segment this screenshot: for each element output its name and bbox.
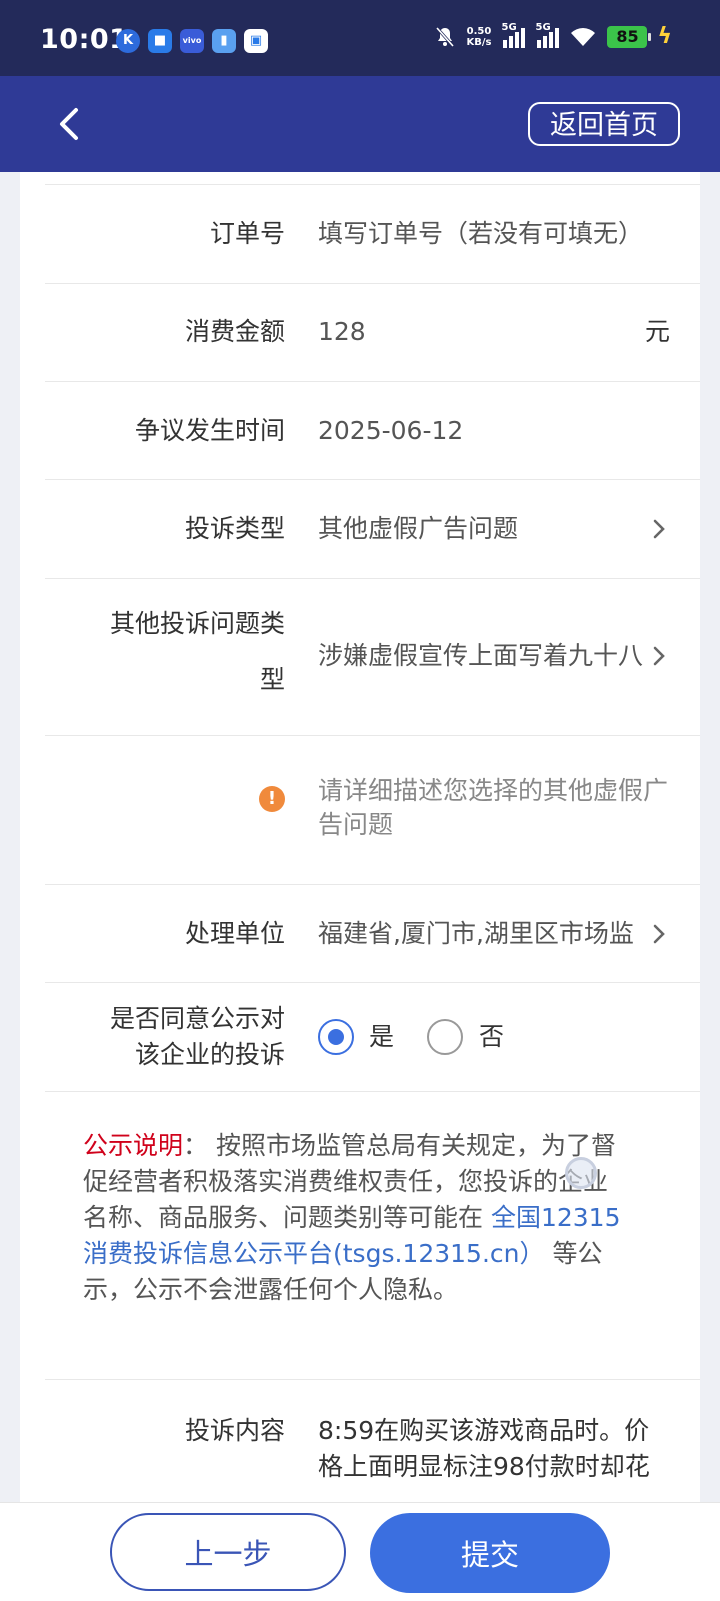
- order-number-input[interactable]: 填写订单号（若没有可填无）: [318, 217, 678, 251]
- amount-input[interactable]: 128: [318, 315, 366, 349]
- public-consent-row: 是否同意公示对 该企业的投诉 是 否: [45, 983, 700, 1092]
- app-header: 返回首页: [0, 76, 720, 172]
- warning-icon: !: [259, 786, 285, 812]
- signal-icon-sim2: 5G: [535, 22, 560, 48]
- order-number-row[interactable]: 订单号 填写订单号（若没有可填无）: [45, 184, 700, 284]
- status-bar: 10:01 K ■ vivo ▮ ▣ 0.50 KB/s 5G 5G 85 ϟ: [0, 0, 720, 76]
- other-complaint-type-row[interactable]: 其他投诉问题类 型 涉嫌虚假宣传上面写着九十八: [45, 579, 700, 736]
- complaint-content-line1[interactable]: 8:59在购买该游戏商品时。价: [318, 1414, 688, 1448]
- chevron-right-icon: [653, 924, 665, 944]
- back-button[interactable]: [46, 100, 94, 148]
- complaint-content-label: 投诉内容: [184, 1416, 285, 1445]
- amount-unit: 元: [644, 317, 670, 346]
- submit-button[interactable]: 提交: [370, 1513, 610, 1593]
- video-app-icon: ■: [148, 29, 172, 53]
- signal-icon-sim1: 5G: [501, 22, 526, 48]
- battery-indicator: 85: [607, 25, 652, 48]
- handling-unit-row[interactable]: 处理单位 福建省,厦门市,湖里区市场监: [45, 885, 700, 983]
- complaint-content-line2[interactable]: 格上面明显标注98付款时却花: [318, 1450, 688, 1484]
- chevron-right-icon: [653, 519, 665, 539]
- notice-colon: ：: [183, 1131, 209, 1160]
- net-speed-unit: KB/s: [466, 36, 492, 48]
- handling-unit-value: 福建省,厦门市,湖里区市场监: [318, 919, 634, 948]
- notification-icons: K ■ vivo ▮ ▣: [116, 29, 268, 53]
- other-type-value: 涉嫌虚假宣传上面写着九十八: [318, 641, 644, 670]
- complaint-type-value: 其他虚假广告问题: [318, 514, 519, 543]
- amount-label: 消费金额: [184, 317, 285, 346]
- message-app-icon: ▣: [244, 29, 268, 53]
- dispute-time-label: 争议发生时间: [134, 416, 285, 445]
- complaint-type-row[interactable]: 投诉类型 其他虚假广告问题: [45, 480, 700, 579]
- charging-icon: ϟ: [657, 24, 672, 49]
- touch-indicator: [565, 1157, 597, 1189]
- dispute-time-value[interactable]: 2025-06-12: [318, 414, 463, 448]
- wifi-icon: [571, 27, 596, 46]
- public-notice: 公示说明： 按照市场监管总局有关规定，为了督促经营者积极落实消费维权责任，您投诉…: [83, 1128, 628, 1308]
- other-type-label-line2: 型: [259, 665, 285, 694]
- public-consent-label-line1: 是否同意公示对: [109, 1004, 285, 1033]
- system-status-icons: 0.50 KB/s 5G 5G 85 ϟ: [433, 22, 672, 49]
- net-speed: 0.50 KB/s: [467, 26, 492, 48]
- consent-no-label[interactable]: 否: [479, 1019, 504, 1055]
- other-description-placeholder[interactable]: 请详细描述您选择的其他虚假广告问题: [318, 774, 668, 842]
- complaint-form-card: 订单号 填写订单号（若没有可填无） 消费金额 128 元 争议发生时间 2025…: [20, 172, 700, 1502]
- amount-row[interactable]: 消费金额 128 元: [45, 283, 700, 382]
- complaint-content-row[interactable]: 投诉内容 8:59在购买该游戏商品时。价 格上面明显标注98付款时却花: [45, 1379, 700, 1502]
- vivo-app-icon: vivo: [180, 29, 204, 53]
- handling-unit-label: 处理单位: [184, 919, 285, 948]
- kuaishou-app-icon: K: [116, 29, 140, 53]
- other-type-label-line1: 其他投诉问题类: [109, 609, 285, 638]
- consent-yes-label[interactable]: 是: [369, 1019, 394, 1055]
- files-app-icon: ▮: [212, 29, 236, 53]
- bottom-action-bar: 上一步 提交: [0, 1502, 720, 1601]
- notice-title: 公示说明: [83, 1131, 184, 1160]
- public-consent-label-line2: 该企业的投诉: [134, 1040, 285, 1069]
- other-description-row[interactable]: ! 请详细描述您选择的其他虚假广告问题: [45, 736, 700, 885]
- order-number-label: 订单号: [209, 219, 285, 248]
- mute-bell-icon: [435, 26, 454, 47]
- return-home-button[interactable]: 返回首页: [528, 102, 680, 146]
- sim2-label: 5G: [535, 21, 551, 33]
- dispute-time-row[interactable]: 争议发生时间 2025-06-12: [45, 382, 700, 480]
- chevron-left-icon: [60, 108, 78, 140]
- chevron-right-icon: [653, 646, 665, 666]
- consent-no-radio[interactable]: [427, 1019, 463, 1055]
- consent-yes-radio[interactable]: [318, 1019, 354, 1055]
- previous-step-button[interactable]: 上一步: [110, 1513, 346, 1591]
- net-speed-value: 0.50: [466, 25, 492, 37]
- sim1-label: 5G: [501, 21, 517, 33]
- complaint-type-label: 投诉类型: [184, 514, 285, 543]
